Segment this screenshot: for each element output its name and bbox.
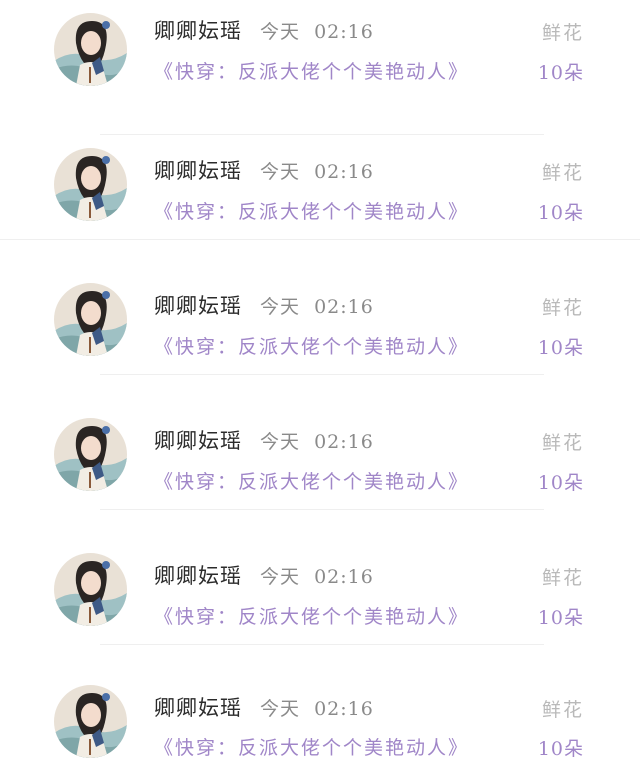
book-title-link[interactable]: 《快穿：反派大佬个个美艳动人》 xyxy=(154,57,469,84)
gift-time: 今天 02:16 xyxy=(260,698,374,720)
sender-name[interactable]: 卿卿妘瑶 xyxy=(154,560,242,590)
gift-time: 今天 02:16 xyxy=(260,431,374,453)
user-avatar[interactable] xyxy=(54,13,127,86)
gift-type: 鲜花 xyxy=(541,432,584,454)
sender-name[interactable]: 卿卿妘瑶 xyxy=(154,15,242,45)
book-title-link[interactable]: 《快穿：反派大佬个个美艳动人》 xyxy=(154,197,469,224)
gift-time: 今天 02:16 xyxy=(260,161,374,183)
user-avatar[interactable] xyxy=(54,148,127,221)
user-avatar[interactable] xyxy=(54,418,127,491)
sender-name[interactable]: 卿卿妘瑶 xyxy=(154,692,242,722)
gift-record-row[interactable]: 卿卿妘瑶 今天 02:16 《快穿：反派大佬个个美艳动人》 鲜花 10朵 xyxy=(0,105,640,240)
book-title-link[interactable]: 《快穿：反派大佬个个美艳动人》 xyxy=(154,733,469,760)
gift-record-row[interactable]: 卿卿妘瑶 今天 02:16 《快穿：反派大佬个个美艳动人》 鲜花 10朵 xyxy=(0,645,640,768)
sender-name[interactable]: 卿卿妘瑶 xyxy=(154,290,242,320)
gift-count: 10朵 xyxy=(537,738,584,760)
gift-record-row[interactable]: 卿卿妘瑶 今天 02:16 《快穿：反派大佬个个美艳动人》 鲜花 10朵 xyxy=(0,240,640,375)
sender-name[interactable]: 卿卿妘瑶 xyxy=(154,155,242,185)
gift-time: 今天 02:16 xyxy=(260,566,374,588)
gift-count: 10朵 xyxy=(537,337,584,359)
gift-count: 10朵 xyxy=(537,62,584,84)
gift-type: 鲜花 xyxy=(541,22,584,44)
gift-count: 10朵 xyxy=(537,472,584,494)
gift-time: 今天 02:16 xyxy=(260,21,374,43)
user-avatar[interactable] xyxy=(54,283,127,356)
user-avatar[interactable] xyxy=(54,685,127,758)
sender-name[interactable]: 卿卿妘瑶 xyxy=(154,425,242,455)
user-avatar[interactable] xyxy=(54,553,127,626)
gift-count: 10朵 xyxy=(537,202,584,224)
gift-type: 鲜花 xyxy=(541,162,584,184)
gift-type: 鲜花 xyxy=(541,699,584,721)
gift-time: 今天 02:16 xyxy=(260,296,374,318)
book-title-link[interactable]: 《快穿：反派大佬个个美艳动人》 xyxy=(154,332,469,359)
gift-type: 鲜花 xyxy=(541,567,584,589)
gift-record-row[interactable]: 卿卿妘瑶 今天 02:16 《快穿：反派大佬个个美艳动人》 鲜花 10朵 xyxy=(0,375,640,510)
gift-type: 鲜花 xyxy=(541,297,584,319)
book-title-link[interactable]: 《快穿：反派大佬个个美艳动人》 xyxy=(154,467,469,494)
book-title-link[interactable]: 《快穿：反派大佬个个美艳动人》 xyxy=(154,602,469,629)
gift-count: 10朵 xyxy=(537,607,584,629)
gift-record-row[interactable]: 卿卿妘瑶 今天 02:16 《快穿：反派大佬个个美艳动人》 鲜花 10朵 xyxy=(0,510,640,645)
gift-record-list: 卿卿妘瑶 今天 02:16 《快穿：反派大佬个个美艳动人》 鲜花 10朵 卿卿妘… xyxy=(0,0,640,768)
